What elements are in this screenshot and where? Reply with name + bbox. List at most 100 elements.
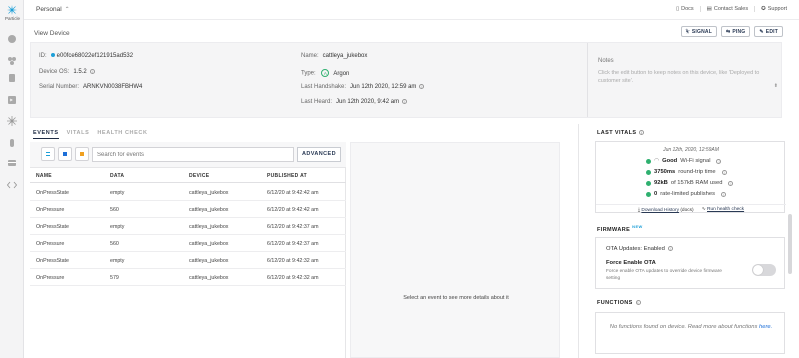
contact-icon: ▤ xyxy=(706,6,712,12)
ping-button[interactable]: ⇆ PING xyxy=(720,26,751,37)
device-os-label: Device OS: xyxy=(39,69,70,76)
device-os: Device OS: 1.5.2 i xyxy=(39,69,95,75)
code-icon[interactable] xyxy=(7,180,17,190)
check-icon xyxy=(646,169,651,175)
edit-button[interactable]: ✎ EDIT xyxy=(754,26,783,37)
search-events-input[interactable] xyxy=(92,147,294,162)
cell-device: cattleya_jukebox xyxy=(189,224,229,230)
filter-button-1[interactable] xyxy=(41,147,55,161)
info-icon[interactable]: i xyxy=(728,180,734,186)
rate-limited-text: rate-limited publishes xyxy=(660,191,716,197)
products-icon[interactable] xyxy=(7,34,17,44)
cell-data: empty xyxy=(110,258,125,264)
new-badge: NEW xyxy=(632,224,643,229)
vitals-card: Jun 12th, 2020, 12:59AM ◠ Good Wi-Fi sign… xyxy=(595,141,786,213)
notes-label: Notes xyxy=(598,58,614,64)
info-icon[interactable]: i xyxy=(721,169,727,175)
resize-grip-icon[interactable]: ⬍ xyxy=(774,83,778,89)
cell-data: empty xyxy=(110,224,125,230)
tab-events[interactable]: EVENTS xyxy=(33,130,59,139)
info-icon[interactable]: i xyxy=(419,84,425,89)
force-ota-description: Force enable OTA updates to override dev… xyxy=(606,269,722,281)
table-row[interactable]: OnPressState empty cattleya_jukebox 6/12… xyxy=(30,218,346,235)
table-row[interactable]: OnPressure 560 cattleya_jukebox 6/12/20 … xyxy=(30,235,346,252)
signal-button[interactable]: ⏧ SIGNAL xyxy=(680,26,717,37)
table-row[interactable]: OnPressure 560 cattleya_jukebox 6/12/20 … xyxy=(30,201,346,218)
integrations-icon[interactable] xyxy=(7,138,17,148)
contact-sales-label: Contact Sales xyxy=(713,6,749,12)
wifi-icon: ◠ xyxy=(654,158,660,164)
mesh-icon[interactable] xyxy=(7,116,17,126)
console-icon[interactable] xyxy=(7,95,17,105)
particle-logo[interactable]: Particle xyxy=(5,5,20,21)
col-published-at[interactable]: PUBLISHED AT xyxy=(267,173,307,179)
run-health-check-link[interactable]: ∿ Run health check xyxy=(702,207,744,212)
scrollbar[interactable] xyxy=(788,214,792,274)
last-vitals-label: LAST VITALS xyxy=(597,130,637,136)
org-switcher[interactable]: Personal ⌃ xyxy=(36,6,70,13)
filter-button-2[interactable] xyxy=(58,147,72,161)
last-handshake: Last Handshake: Jun 12th 2020, 12:59 am i xyxy=(301,84,425,91)
col-data[interactable]: DATA xyxy=(110,173,124,179)
table-row[interactable]: OnPressState empty cattleya_jukebox 6/12… xyxy=(30,184,346,201)
sims-icon[interactable] xyxy=(7,73,17,83)
col-device[interactable]: DEVICE xyxy=(189,173,209,179)
col-name[interactable]: NAME xyxy=(36,173,52,179)
docs-link[interactable]: ▯ Docs xyxy=(676,6,701,12)
tab-vitals[interactable]: VITALS xyxy=(67,130,90,139)
info-icon[interactable]: i xyxy=(402,99,408,104)
cell-name: OnPressState xyxy=(36,258,69,264)
force-ota-toggle[interactable] xyxy=(752,264,776,276)
cell-published: 6/12/20 at 9:42:32 am xyxy=(267,258,319,264)
device-id-label: ID: xyxy=(39,53,47,59)
vitals-timestamp: Jun 12th, 2020, 12:59AM xyxy=(663,147,719,153)
page-title: View Device xyxy=(34,30,70,37)
cell-data: empty xyxy=(110,190,125,196)
heard-value: Jun 12th 2020, 9:42 am xyxy=(336,99,400,106)
functions-docs-link[interactable]: here. xyxy=(759,324,772,330)
table-row[interactable]: OnPressState empty cattleya_jukebox 6/12… xyxy=(30,252,346,269)
chevron-updown-icon: ⌃ xyxy=(64,7,70,13)
list-icon xyxy=(46,152,50,156)
info-icon[interactable]: i xyxy=(721,191,727,197)
docs-link-label: Docs xyxy=(681,6,694,12)
device-type: Type: A Argon xyxy=(301,69,349,77)
info-icon[interactable]: i xyxy=(716,158,722,164)
cell-device: cattleya_jukebox xyxy=(189,275,229,281)
info-icon[interactable]: i xyxy=(635,300,641,306)
vital-rtt: 3750ms round-trip time i xyxy=(646,169,727,175)
cell-name: OnPressState xyxy=(36,190,69,196)
filter-button-3[interactable] xyxy=(75,147,89,161)
cell-name: OnPressure xyxy=(36,241,65,247)
devices-icon[interactable] xyxy=(7,56,17,66)
online-status-icon xyxy=(50,53,55,58)
functions-label: FUNCTIONS xyxy=(597,300,633,306)
tab-health-check[interactable]: HEALTH CHECK xyxy=(97,130,147,139)
ram-text: of 157kB RAM used xyxy=(670,180,723,186)
particle-star-icon xyxy=(7,5,17,15)
ota-label: OTA Updates: xyxy=(606,246,642,253)
device-type-label: Type: xyxy=(301,70,316,77)
signal-icon: ⏧ xyxy=(685,28,690,35)
ota-value: Enabled xyxy=(643,246,665,253)
billing-icon[interactable] xyxy=(7,158,17,168)
firmware-heading: FIRMWARENEW xyxy=(597,224,643,233)
info-icon[interactable]: i xyxy=(89,69,95,74)
ota-status: OTA Updates: Enabled i xyxy=(606,246,673,252)
vital-ram: 92kB of 157kB RAM used i xyxy=(646,180,734,186)
signal-value: Good xyxy=(662,158,678,164)
docs-link[interactable]: (docs) xyxy=(680,208,693,213)
download-history-label: Download History xyxy=(641,207,679,213)
rate-limited-value: 0 xyxy=(654,191,658,197)
top-bar: Personal ⌃ ▯ Docs ▤ Contact Sales ✪ Support xyxy=(24,0,799,20)
device-info-panel: ID: e00fce68022ef121915ad532 Device OS: 1.… xyxy=(30,42,782,118)
info-icon[interactable]: i xyxy=(639,130,645,136)
handshake-value: Jun 12th 2020, 12:59 am xyxy=(350,84,417,91)
contact-sales-link[interactable]: ▤ Contact Sales xyxy=(706,6,756,12)
info-icon[interactable]: i xyxy=(667,246,673,251)
firmware-card: OTA Updates: Enabled i Force Enable OTA F… xyxy=(595,237,785,289)
table-row[interactable]: OnPressure 579 cattleya_jukebox 6/12/20 … xyxy=(30,269,346,286)
advanced-button[interactable]: ADVANCED xyxy=(297,147,341,162)
download-history-link[interactable]: ⤓ Download History (docs) xyxy=(638,207,694,213)
support-link[interactable]: ✪ Support xyxy=(761,6,787,12)
